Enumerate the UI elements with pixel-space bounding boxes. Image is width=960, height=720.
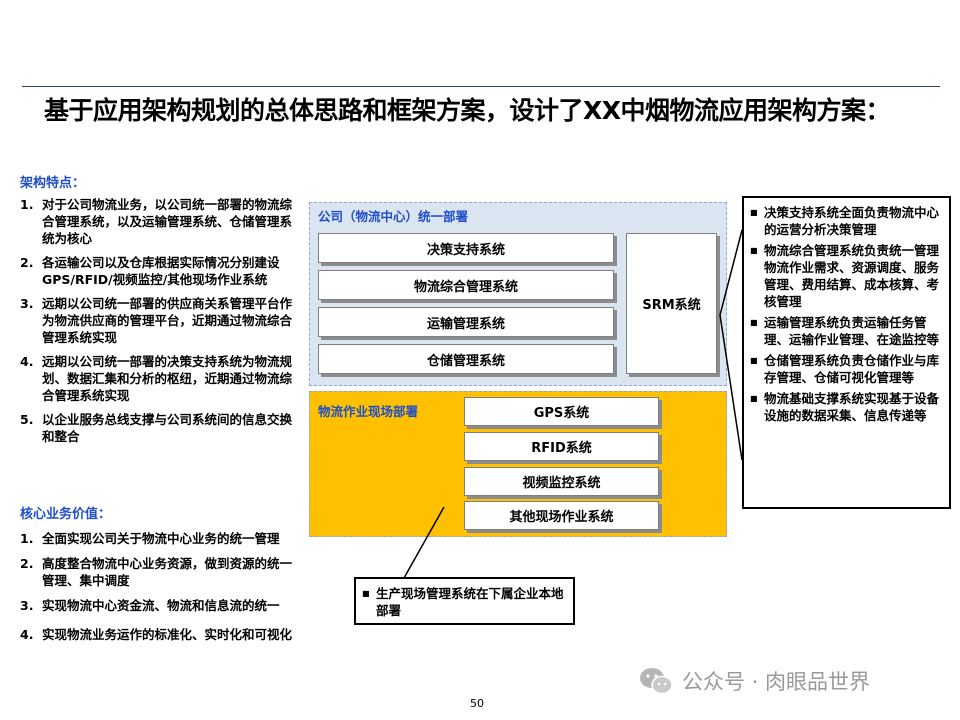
responsibility-item: ■ 物流综合管理系统负责统一管理物流作业需求、资源调度、服务管理、费用结算、成本核… [750, 243, 940, 309]
field-callout-pointer [402, 506, 445, 579]
responsibility-item: ■ 运输管理系统负责运输任务管理、运输作业管理、在途监控等 [750, 315, 940, 347]
field-callout-item: ■ 生产现场管理系统在下属企业本地部署 [362, 586, 564, 618]
bullet-icon: ■ [750, 394, 758, 403]
responsibility-item: ■ 决策支持系统全面负责物流中心的运营分析决策管理 [750, 205, 940, 237]
watermark-text: 公众号 · 肉眼品世界 [682, 670, 871, 694]
bullet-icon: ■ [750, 356, 758, 365]
bullet-icon: ■ [362, 589, 370, 598]
responsibility-item: ■ 仓储管理系统负责仓储作业与库存管理、仓储可视化管理等 [750, 353, 940, 385]
system-responsibilities-callout: ■ 决策支持系统全面负责物流中心的运营分析决策管理 ■ 物流综合管理系统负责统一管理… [742, 196, 951, 509]
bullet-icon: ■ [750, 208, 758, 217]
field-callout: ■ 生产现场管理系统在下属企业本地部署 [354, 577, 575, 625]
right-callout-pointer [719, 229, 743, 461]
responsibility-item: ■ 物流基础支撑系统实现基于设备设施的数据采集、信息传递等 [750, 391, 940, 423]
wechat-icon [640, 668, 673, 695]
watermark: 公众号 · 肉眼品世界 [638, 664, 870, 698]
bullet-icon: ■ [750, 318, 758, 327]
page-number: 50 [470, 697, 484, 710]
bullet-icon: ■ [750, 246, 758, 255]
